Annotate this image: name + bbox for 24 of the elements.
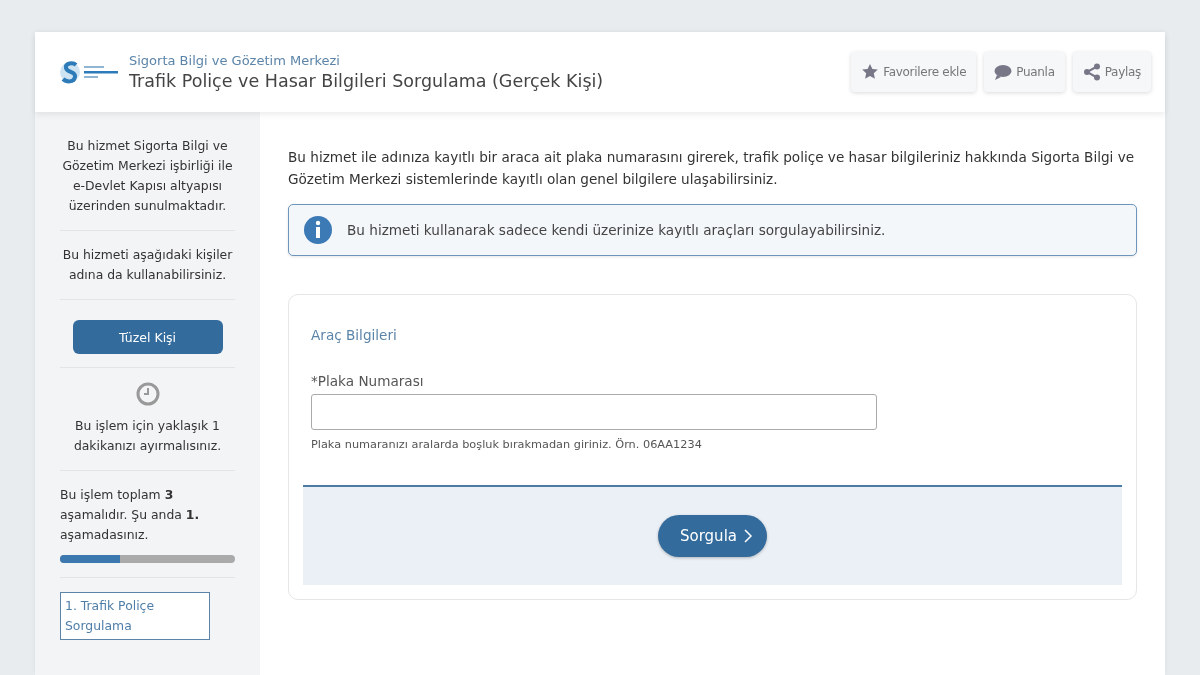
page-title: Trafik Poliçe ve Hasar Bilgileri Sorgulama (Gerçek Kişi) bbox=[129, 71, 605, 91]
sidebar-text: Bu hizmet Sigorta Bilgi ve Gözetim Merkezi işbirliği ile e-Devlet Kapısı altyapısı üzerinden sunulmaktadır. bbox=[61, 137, 234, 215]
field-hint: Plaka numaranızı aralarda boşluk bırakmadan giriniz. Örn. 06AA1234 bbox=[311, 438, 703, 451]
star-icon bbox=[861, 63, 880, 81]
clock-icon bbox=[135, 382, 160, 406]
section-title: Araç Bilgileri bbox=[311, 327, 398, 343]
share-icon bbox=[1082, 63, 1101, 81]
info-icon bbox=[303, 215, 333, 245]
legal-entity-button[interactable]: Tüzel Kişi bbox=[72, 320, 223, 354]
query-button[interactable]: Sorgula bbox=[658, 515, 767, 557]
speech-bubble-icon bbox=[994, 63, 1013, 81]
rate-button[interactable]: Puanla bbox=[984, 52, 1065, 92]
step-item[interactable]: 1. Trafik Poliçe Sorgulama bbox=[60, 592, 210, 640]
chevron-right-icon bbox=[743, 529, 753, 543]
intro-text: Bu hizmet ile adınıza kayıtlı bir araca ait plaka numarasını girerek, trafik poliçe ve hasar bilgileriniz hakkında Sigorta Bilgi ve Gözetim Merkezi sistemlerinde kayıtlı olan genel bilgilere ulaşabilirsiniz. bbox=[288, 148, 1136, 189]
sidebar-text: Bu işlem toplam 3 aşamalıdır. Şu anda 1. aşamadasınız. bbox=[60, 486, 201, 544]
info-text: Bu hizmeti kullanarak sadece kendi üzerinize kayıtlı araçları sorgulayabilirsiniz. bbox=[347, 222, 886, 238]
sidebar-text: Bu işlem için yaklaşık 1 dakikanızı ayırmalısınız. bbox=[72, 417, 223, 455]
share-button[interactable]: Paylaş bbox=[1072, 52, 1151, 92]
field-label: *Plaka Numarası bbox=[311, 373, 425, 389]
organization-name: Sigorta Bilgi ve Gözetim Merkezi bbox=[129, 53, 341, 68]
plate-input-field[interactable] bbox=[311, 394, 877, 430]
favorite-button[interactable]: Favorilere ekle bbox=[851, 52, 977, 92]
sidebar-text: Bu hizmeti aşağıdaki kişiler adına da kullanabilirsiniz. bbox=[61, 246, 234, 284]
